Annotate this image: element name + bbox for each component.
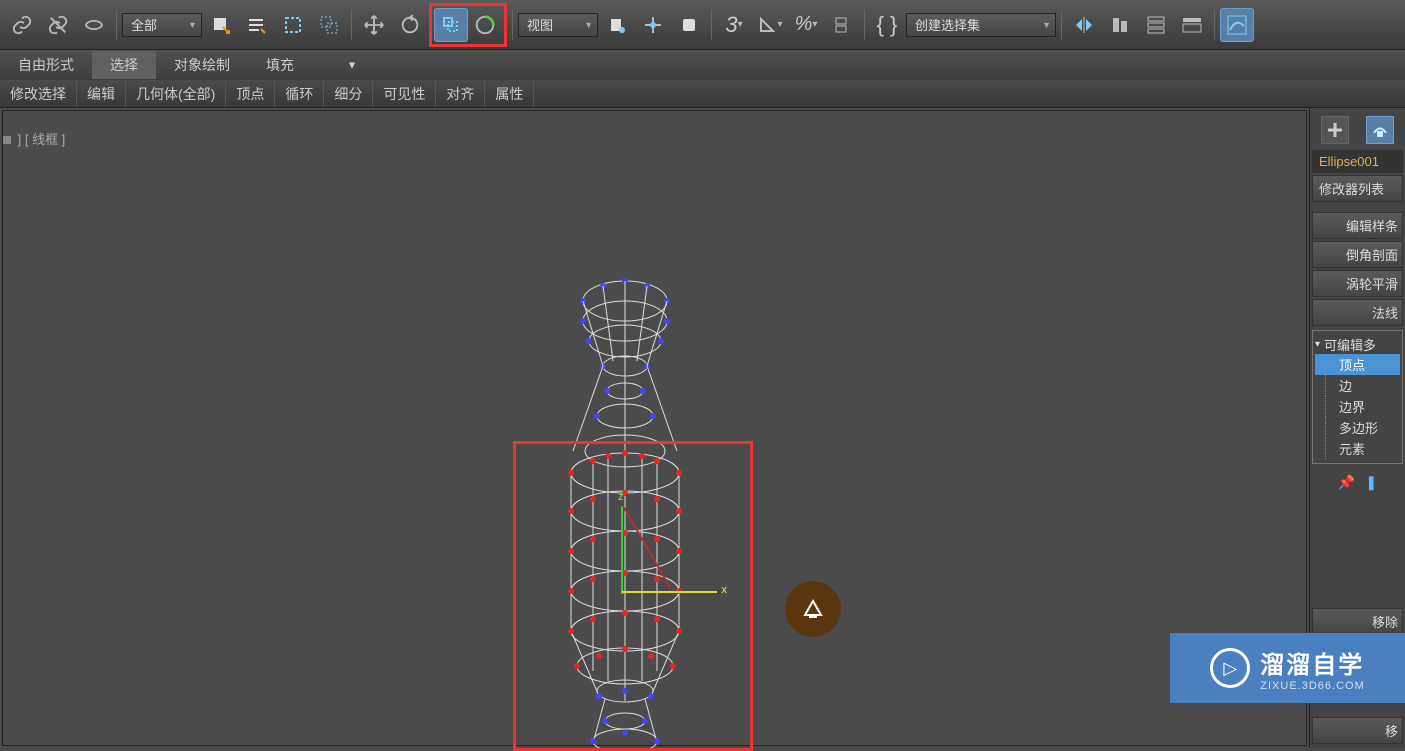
subobject-tree: ▾ 可编辑多 顶点 边 边界 多边形 元素 <box>1312 330 1403 464</box>
pivot-icon[interactable] <box>600 8 634 42</box>
tree-header-editable-poly[interactable]: ▾ 可编辑多 <box>1315 335 1400 354</box>
subtab-loops[interactable]: 循环 <box>275 81 324 107</box>
subtab-edit[interactable]: 编辑 <box>77 81 126 107</box>
subtab-properties[interactable]: 属性 <box>485 81 534 107</box>
unlink-icon[interactable] <box>41 8 75 42</box>
modifier-turbosmooth[interactable]: 涡轮平滑 <box>1312 270 1403 297</box>
modify-panel-icon[interactable] <box>1366 116 1394 144</box>
rectangle-select-icon[interactable] <box>276 8 310 42</box>
show-end-result-icon[interactable]: ❚ <box>1365 474 1377 491</box>
subobj-edge[interactable]: 边 <box>1315 375 1400 396</box>
mirror-icon[interactable] <box>1067 8 1101 42</box>
watermark-main-text: 溜溜自学 <box>1260 645 1364 680</box>
stack-tools: 📌 ❚ <box>1312 468 1403 497</box>
spinner-snap-icon[interactable] <box>825 8 859 42</box>
selection-filter-label: 全部 <box>131 15 157 34</box>
named-selection-label: 创建选择集 <box>915 15 980 34</box>
subobj-vertex[interactable]: 顶点 <box>1315 354 1400 375</box>
subtab-align[interactable]: 对齐 <box>436 81 485 107</box>
action-remove[interactable]: 移除 <box>1312 608 1403 635</box>
link-icon[interactable] <box>5 8 39 42</box>
manipulate-icon[interactable] <box>636 8 670 42</box>
edit-named-icon[interactable]: { } <box>870 8 904 42</box>
layers-icon[interactable] <box>1139 8 1173 42</box>
modifier-list-dropdown[interactable]: 修改器列表 <box>1312 175 1403 202</box>
angle-snap-icon[interactable]: ▾ <box>753 8 787 42</box>
align-icon[interactable] <box>1103 8 1137 42</box>
action-move[interactable]: 移 <box>1312 717 1403 744</box>
annotation-badge <box>785 581 841 637</box>
subobj-element[interactable]: 元素 <box>1315 438 1400 459</box>
curve-editor-icon[interactable] <box>1220 8 1254 42</box>
move-icon[interactable] <box>357 8 391 42</box>
subtab-subdivision[interactable]: 细分 <box>324 81 373 107</box>
percent-snap-icon[interactable]: %▾ <box>789 8 823 42</box>
coord-system-dropdown[interactable]: 视图 <box>518 13 598 37</box>
play-icon: ▷ <box>1210 648 1250 688</box>
selection-highlight-annotation <box>513 441 753 751</box>
subtab-geometry-all[interactable]: 几何体(全部) <box>126 81 226 107</box>
viewport[interactable]: ] [ 线框 ] <box>2 110 1307 746</box>
modifier-normal[interactable]: 法线 <box>1312 299 1403 326</box>
tab-freeform[interactable]: 自由形式 <box>0 51 92 79</box>
modifier-bevel-profile[interactable]: 倒角剖面 <box>1312 241 1403 268</box>
select-object-icon[interactable] <box>204 8 238 42</box>
main-toolbar: 全部 视图 3▾ ▾ %▾ <box>0 0 1405 50</box>
watermark-logo: ▷ 溜溜自学 ZIXUE.3D66.COM <box>1170 633 1405 703</box>
subobj-border[interactable]: 边界 <box>1315 396 1400 417</box>
scale-icon[interactable] <box>434 8 468 42</box>
scale-tools-highlight <box>429 3 507 47</box>
placement-icon[interactable] <box>468 8 502 42</box>
subtab-visibility[interactable]: 可见性 <box>373 81 436 107</box>
modifier-edit-spline[interactable]: 编辑样条 <box>1312 212 1403 239</box>
toggle-ribbon-icon[interactable] <box>1175 8 1209 42</box>
coord-system-label: 视图 <box>527 15 553 34</box>
watermark-sub-text: ZIXUE.3D66.COM <box>1260 680 1364 692</box>
subtab-vertices[interactable]: 顶点 <box>226 81 275 107</box>
tab-object-paint[interactable]: 对象绘制 <box>156 51 248 79</box>
window-crossing-icon[interactable] <box>312 8 346 42</box>
object-name-field[interactable]: Ellipse001 <box>1312 150 1403 173</box>
tab-selection[interactable]: 选择 <box>92 51 156 79</box>
ribbon-expand-icon[interactable]: ▾ <box>342 58 362 72</box>
tab-populate[interactable]: 填充 <box>248 51 312 79</box>
sub-tabs: 修改选择 编辑 几何体(全部) 顶点 循环 细分 可见性 对齐 属性 <box>0 80 1405 108</box>
selection-filter-dropdown[interactable]: 全部 <box>122 13 202 37</box>
snap-3d-icon[interactable]: 3▾ <box>717 8 751 42</box>
command-panel-tabs <box>1312 112 1403 148</box>
rotate-icon[interactable] <box>393 8 427 42</box>
bind-icon[interactable] <box>77 8 111 42</box>
pin-stack-icon[interactable]: 📌 <box>1338 474 1355 491</box>
named-selection-dropdown[interactable]: 创建选择集 <box>906 13 1056 37</box>
select-by-name-icon[interactable] <box>240 8 274 42</box>
subobj-polygon[interactable]: 多边形 <box>1315 417 1400 438</box>
create-panel-icon[interactable] <box>1321 116 1349 144</box>
ribbon-tabs: 自由形式 选择 对象绘制 填充 ▾ <box>0 50 1405 80</box>
subtab-modify-selection[interactable]: 修改选择 <box>0 81 77 107</box>
key-mode-icon[interactable] <box>672 8 706 42</box>
